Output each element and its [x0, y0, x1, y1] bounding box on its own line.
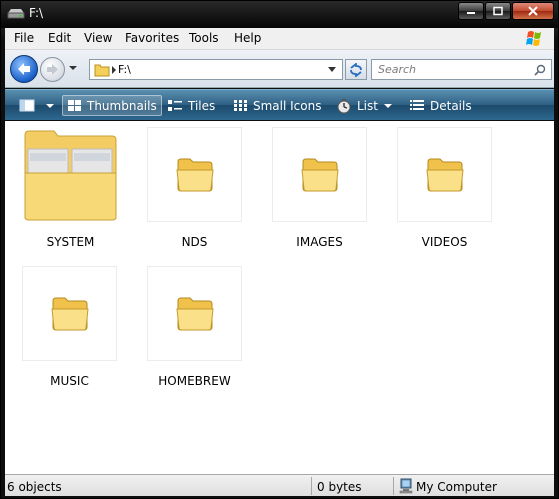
window-title: F:\ — [29, 6, 44, 20]
total-size: 0 bytes — [317, 480, 362, 494]
folder-icon — [176, 297, 214, 331]
small-icons-label: Small Icons — [253, 98, 322, 113]
explorer-window: F:\ File Edit View Favorites Tools Help — [0, 0, 559, 499]
windows-logo-icon — [526, 31, 541, 46]
menu-help[interactable]: Help — [234, 31, 261, 45]
menu-bar: File Edit View Favorites Tools Help — [5, 28, 554, 50]
tiles-button[interactable]: Tiles — [167, 95, 215, 116]
chevron-down-icon[interactable] — [328, 67, 336, 72]
search-icon[interactable] — [534, 64, 546, 76]
chevron-right-icon — [112, 66, 116, 74]
tiles-icon — [168, 100, 182, 111]
forward-button[interactable] — [40, 57, 65, 82]
search-input[interactable]: Search — [378, 63, 416, 76]
minimize-button[interactable] — [458, 2, 484, 20]
menu-file[interactable]: File — [14, 31, 34, 45]
computer-icon — [399, 478, 413, 494]
thumbnail-frame — [22, 266, 117, 361]
thumbnail-frame — [272, 127, 367, 222]
chevron-down-icon — [46, 103, 54, 108]
folder-icon — [51, 297, 89, 331]
menu-favorites[interactable]: Favorites — [125, 31, 179, 45]
recent-pages-dropdown[interactable] — [69, 66, 77, 70]
refresh-icon — [350, 63, 362, 77]
tiles-label: Tiles — [188, 98, 216, 113]
object-count: 6 objects — [7, 480, 62, 494]
close-button[interactable] — [512, 2, 554, 20]
thumbnails-button[interactable]: Thumbnails — [62, 95, 162, 116]
thumbnails-icon — [68, 100, 81, 111]
folder-item-system[interactable]: SYSTEM — [23, 127, 118, 249]
folder-item-homebrew[interactable]: HOMEBREW — [147, 266, 242, 388]
status-bar: 6 objects 0 bytes My Computer — [5, 474, 554, 496]
folder-item-nds[interactable]: NDS — [147, 127, 242, 249]
thumbnails-label: Thumbnails — [87, 98, 157, 113]
details-icon — [410, 100, 424, 110]
address-bar[interactable]: F:\ — [89, 59, 343, 80]
thumbnail-frame — [397, 127, 492, 222]
small-icons-button[interactable]: Small Icons — [233, 95, 321, 116]
folder-name: IMAGES — [296, 235, 343, 249]
location-label: My Computer — [416, 480, 497, 494]
folder-name: NDS — [181, 235, 208, 249]
minimize-icon — [467, 12, 475, 14]
folder-item-music[interactable]: MUSIC — [22, 266, 117, 388]
folder-icon — [94, 64, 110, 77]
open-folder-icon — [24, 130, 117, 221]
small-icons-icon — [234, 100, 247, 111]
status-divider — [311, 477, 312, 495]
maximize-icon — [493, 6, 503, 16]
search-box[interactable]: Search — [371, 59, 552, 80]
back-arrow-icon — [18, 63, 30, 75]
folder-name: VIDEOS — [421, 235, 468, 249]
menu-edit[interactable]: Edit — [48, 31, 71, 45]
layout-icon — [19, 99, 35, 112]
window-controls — [457, 2, 554, 20]
forward-arrow-icon — [47, 64, 58, 75]
file-view: SYSTEM NDS IMAGES VIDEOS MUSIC HOMEBREW — [5, 121, 554, 474]
folder-item-images[interactable]: IMAGES — [272, 127, 367, 249]
chevron-down-icon — [383, 103, 392, 108]
title-bar[interactable]: F:\ — [1, 1, 558, 28]
folder-icon — [176, 158, 214, 192]
details-button[interactable]: Details — [409, 95, 472, 116]
folder-icon — [301, 158, 339, 192]
refresh-button[interactable] — [345, 59, 367, 80]
menu-tools[interactable]: Tools — [189, 31, 219, 45]
folder-name: SYSTEM — [46, 235, 95, 249]
thumbnail-frame — [147, 266, 242, 361]
navigation-bar: F:\ Search — [5, 50, 554, 88]
list-icon — [337, 98, 351, 113]
details-label: Details — [430, 98, 472, 113]
address-path: F:\ — [118, 63, 131, 76]
list-button[interactable]: List — [336, 95, 392, 116]
folder-name: MUSIC — [50, 374, 89, 388]
thumbnail-frame — [147, 127, 242, 222]
folder-item-videos[interactable]: VIDEOS — [397, 127, 492, 249]
close-icon — [528, 6, 538, 16]
maximize-button[interactable] — [485, 2, 511, 20]
layout-button[interactable] — [19, 95, 54, 116]
list-label: List — [357, 98, 378, 113]
status-divider — [393, 477, 394, 495]
back-button[interactable] — [10, 55, 38, 83]
drive-icon — [7, 9, 25, 19]
menu-view[interactable]: View — [84, 31, 112, 45]
folder-name: HOMEBREW — [158, 374, 231, 388]
command-bar: Thumbnails Tiles Small Icons List Detail… — [5, 89, 554, 120]
folder-icon — [426, 158, 464, 192]
